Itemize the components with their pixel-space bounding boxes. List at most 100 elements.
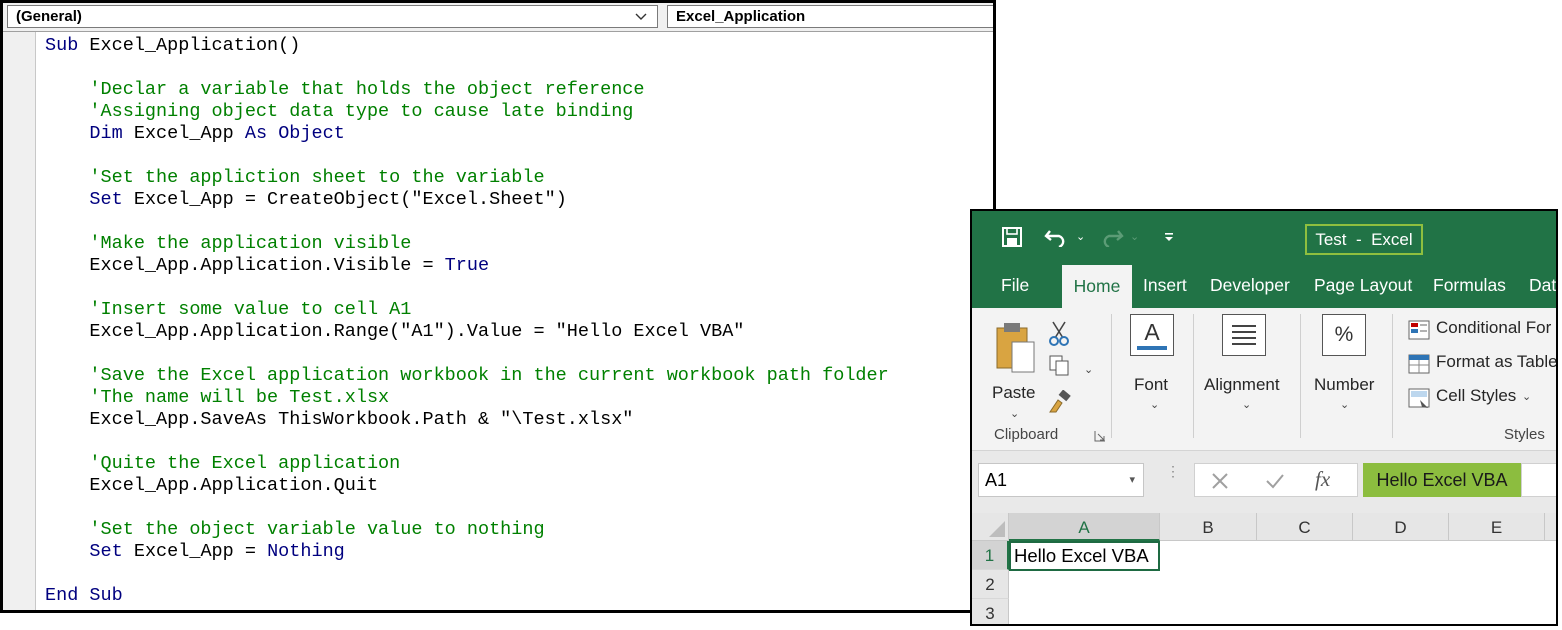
code-keyword: Sub: [45, 35, 79, 56]
formula-bar: A1 ▾ ⋮ fx Hello Excel VBA: [972, 451, 1556, 513]
format-as-table-button[interactable]: Format as Table: [1408, 352, 1558, 378]
styles-group-label: Styles: [1504, 426, 1545, 443]
name-box-dropdown-icon[interactable]: ▾: [1129, 464, 1135, 496]
procedure-dropdown[interactable]: Excel_Application: [667, 5, 993, 28]
formula-input[interactable]: Hello Excel VBA: [1363, 463, 1521, 497]
vba-editor-window: (General) Excel_Application Sub Excel_Ap…: [0, 0, 996, 613]
alignment-group-button[interactable]: Alignment ⌄: [1204, 314, 1290, 414]
code-line: 'Set the appliction sheet to the variabl…: [45, 167, 993, 189]
column-header-c[interactable]: C: [1257, 513, 1353, 541]
chevron-down-icon[interactable]: [633, 8, 649, 24]
enter-check-icon[interactable]: [1265, 472, 1285, 490]
cell-styles-button[interactable]: Cell Styles ⌄: [1408, 386, 1556, 412]
column-header-d[interactable]: D: [1353, 513, 1449, 541]
code-line: 'The name will be Test.xlsx: [45, 387, 993, 409]
column-header-f[interactable]: [1545, 513, 1556, 541]
code-line: Set Excel_App = Nothing: [45, 541, 993, 563]
procedure-dropdown-value: Excel_Application: [676, 8, 806, 25]
tab-insert[interactable]: Insert: [1143, 263, 1187, 308]
code-text: Excel_App.Application.Visible =: [45, 255, 445, 276]
tab-file[interactable]: File: [1001, 263, 1029, 308]
redo-icon[interactable]: [1098, 227, 1124, 247]
copy-dropdown-icon[interactable]: ⌄: [1084, 363, 1093, 376]
copy-icon[interactable]: [1048, 354, 1070, 376]
code-keyword: Set: [89, 541, 123, 562]
column-header-a[interactable]: A: [1009, 513, 1160, 541]
cell-styles-label: Cell Styles: [1436, 386, 1517, 405]
code-comment: 'The name will be Test.xlsx: [45, 387, 390, 408]
number-group-button[interactable]: % Number ⌄: [1310, 314, 1382, 414]
code-text: Excel_App = CreateObject("Excel.Sheet"): [122, 189, 567, 210]
code-editor[interactable]: Sub Excel_Application() 'Declar a variab…: [45, 35, 993, 610]
code-line: Dim Excel_App As Object: [45, 123, 993, 145]
code-line: End Sub: [45, 585, 993, 607]
customize-qat-icon[interactable]: [1164, 233, 1174, 243]
tab-page-layout[interactable]: Page Layout: [1314, 263, 1412, 308]
alignment-dropdown-icon: ⌄: [1242, 399, 1252, 411]
cell-a1[interactable]: Hello Excel VBA: [1009, 541, 1160, 571]
tab-developer[interactable]: Developer: [1210, 263, 1290, 308]
save-icon[interactable]: [1001, 226, 1023, 248]
code-line: 'Save the Excel application workbook in …: [45, 365, 993, 387]
paste-label: Paste: [992, 383, 1036, 402]
row-header-2[interactable]: 2: [972, 570, 1009, 599]
code-line: 'Insert some value to cell A1: [45, 299, 993, 321]
font-dropdown-icon: ⌄: [1150, 399, 1160, 411]
select-all-button[interactable]: [972, 513, 1009, 541]
row-header-1[interactable]: 1: [972, 541, 1009, 570]
cut-icon[interactable]: [1048, 320, 1070, 346]
paste-button[interactable]: Paste ⌄: [990, 320, 1038, 420]
tab-data[interactable]: Dat: [1529, 263, 1556, 308]
format-as-table-icon: [1408, 354, 1430, 374]
row-header-3[interactable]: 3: [972, 599, 1009, 624]
name-box[interactable]: A1 ▾: [978, 463, 1144, 497]
code-comment: 'Quite the Excel application: [45, 453, 401, 474]
formula-bar-grip-icon[interactable]: ⋮: [1166, 464, 1180, 478]
object-dropdown-value: (General): [16, 8, 82, 25]
code-keyword: End Sub: [45, 585, 123, 606]
alignment-icon: [1222, 314, 1266, 356]
undo-icon[interactable]: [1044, 227, 1070, 247]
group-separator: [1193, 314, 1194, 438]
code-line: 'Quite the Excel application: [45, 453, 993, 475]
code-line: Set Excel_App = CreateObject("Excel.Shee…: [45, 189, 993, 211]
window-title: Test - Excel: [1305, 224, 1423, 255]
cancel-icon[interactable]: [1211, 472, 1229, 490]
redo-dropdown-icon[interactable]: ⌄: [1130, 230, 1139, 243]
font-icon-letter: A: [1144, 319, 1160, 345]
column-header-e[interactable]: E: [1449, 513, 1545, 541]
insert-function-icon[interactable]: fx: [1315, 467, 1330, 492]
code-keyword: As: [244, 123, 268, 144]
conditional-formatting-button[interactable]: Conditional For: [1408, 318, 1556, 344]
code-line: 'Assigning object data type to cause lat…: [45, 101, 993, 123]
code-comment: 'Make the application visible: [45, 233, 412, 254]
formula-input-extension[interactable]: [1521, 463, 1556, 497]
dialog-launcher-icon[interactable]: [1094, 430, 1106, 442]
font-group-button[interactable]: A Font ⌄: [1128, 314, 1184, 414]
code-keyword: Nothing: [267, 541, 345, 562]
font-icon: A: [1130, 314, 1174, 356]
code-text: Excel_Application(): [78, 35, 301, 56]
formula-buttons: fx: [1194, 463, 1358, 497]
excel-window: ⌄ ⌄ Test - Excel File Home Insert Develo…: [970, 209, 1558, 626]
tab-formulas[interactable]: Formulas: [1433, 263, 1506, 308]
group-separator: [1111, 314, 1112, 438]
format-painter-icon[interactable]: [1048, 390, 1072, 414]
conditional-formatting-label: Conditional For: [1436, 318, 1552, 337]
format-as-table-label: Format as Table: [1436, 352, 1558, 371]
code-line: Excel_App.SaveAs ThisWorkbook.Path & "\T…: [45, 409, 993, 431]
group-separator: [1300, 314, 1301, 438]
worksheet-grid[interactable]: A B C D E 1 2 3 Hello Excel VBA: [972, 513, 1556, 624]
code-comment: 'Declar a variable that holds the object…: [45, 79, 645, 100]
object-dropdown[interactable]: (General): [7, 5, 658, 28]
tab-home[interactable]: Home: [1062, 265, 1132, 308]
undo-dropdown-icon[interactable]: ⌄: [1076, 230, 1085, 243]
column-header-b[interactable]: B: [1160, 513, 1257, 541]
code-line: Sub Excel_Application(): [45, 35, 993, 57]
